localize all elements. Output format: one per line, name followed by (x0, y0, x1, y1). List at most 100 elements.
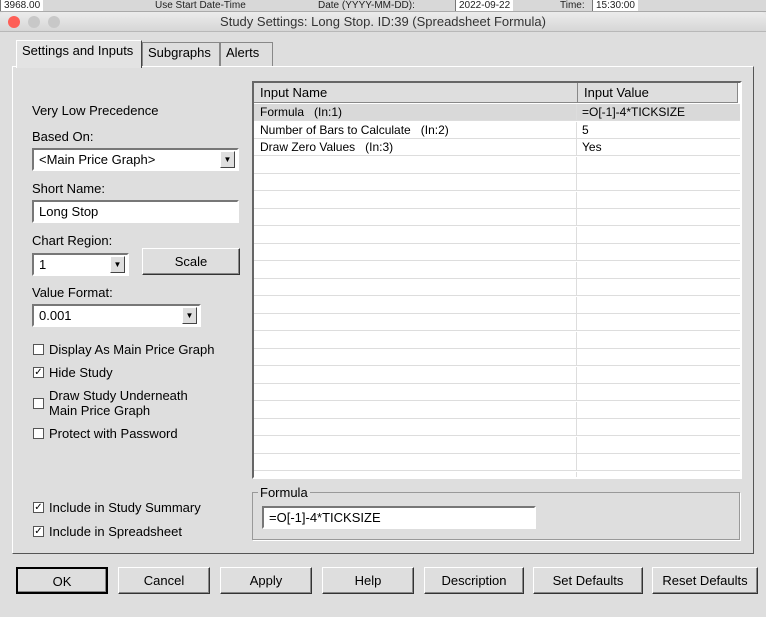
table-row[interactable] (254, 401, 740, 419)
precedence-label: Very Low Precedence (32, 103, 159, 118)
chart-region-label: Chart Region: (32, 233, 113, 248)
based-on-label: Based On: (32, 129, 94, 144)
table-row[interactable]: Number of Bars to Calculate (In:2) 5 (254, 121, 740, 139)
short-name-input[interactable]: Long Stop (32, 200, 239, 223)
table-row[interactable] (254, 331, 740, 349)
include-spreadsheet-checkbox[interactable]: ✓ Include in Spreadsheet (33, 524, 182, 539)
checkbox-label: Include in Spreadsheet (49, 524, 182, 539)
close-button[interactable] (8, 16, 20, 28)
input-name-cell[interactable] (254, 436, 577, 454)
table-row[interactable] (254, 244, 740, 261)
reset-defaults-button[interactable]: Reset Defaults (652, 567, 758, 594)
table-row[interactable] (254, 471, 740, 477)
input-name-cell[interactable] (254, 226, 577, 244)
input-name-cell[interactable] (254, 419, 577, 436)
input-name-cell[interactable]: Draw Zero Values (In:3) (254, 139, 577, 156)
table-row[interactable] (254, 174, 740, 191)
scale-button[interactable]: Scale (142, 248, 240, 275)
checkbox-label: Draw Study Underneath Main Price Graph (49, 388, 188, 418)
input-name-cell[interactable] (254, 349, 577, 366)
description-button[interactable]: Description (424, 567, 524, 594)
input-name-cell[interactable]: Formula (In:1) (254, 104, 577, 121)
window-title: Study Settings: Long Stop. ID:39 (Spread… (220, 14, 546, 29)
input-name-cell[interactable] (254, 454, 577, 471)
tab-alerts[interactable]: Alerts (220, 42, 273, 66)
input-value-cell[interactable]: 5 (578, 122, 589, 138)
chevron-down-icon[interactable]: ▼ (220, 151, 235, 168)
zoom-button[interactable] (48, 16, 60, 28)
value-format-label: Value Format: (32, 285, 113, 300)
draw-underneath-checkbox[interactable]: Draw Study Underneath Main Price Graph (33, 388, 188, 418)
hide-study-checkbox[interactable]: ✓ Hide Study (33, 365, 113, 380)
chevron-down-icon[interactable]: ▼ (110, 256, 125, 273)
table-row[interactable] (254, 191, 740, 209)
bg-time-value: 15:30:00 (592, 0, 638, 11)
bg-use-start: Use Start Date-Time (155, 0, 246, 11)
help-button[interactable]: Help (322, 567, 414, 594)
checkbox-checked[interactable]: ✓ (33, 502, 44, 513)
chart-region-select[interactable]: 1 ▼ (32, 253, 129, 276)
input-name-cell[interactable] (254, 296, 577, 314)
minimize-button[interactable] (28, 16, 40, 28)
apply-button[interactable]: Apply (220, 567, 312, 594)
based-on-value: <Main Price Graph> (39, 152, 156, 167)
include-summary-checkbox[interactable]: ✓ Include in Study Summary (33, 500, 201, 515)
table-row[interactable] (254, 226, 740, 244)
cancel-button[interactable]: Cancel (118, 567, 210, 594)
tab-settings-and-inputs[interactable]: Settings and Inputs (16, 40, 142, 68)
formula-input[interactable]: =O[-1]-4*TICKSIZE (262, 506, 536, 529)
background-app-strip: 3968.00 Use Start Date-Time Date (YYYY-M… (0, 0, 766, 12)
ok-button[interactable]: OK (16, 567, 108, 594)
input-name-cell[interactable]: Number of Bars to Calculate (In:2) (254, 121, 577, 139)
display-as-main-checkbox[interactable]: Display As Main Price Graph (33, 342, 214, 357)
table-row[interactable] (254, 209, 740, 226)
chevron-down-icon[interactable]: ▼ (182, 307, 197, 324)
input-name-cell[interactable] (254, 261, 577, 279)
column-header-input-name[interactable]: Input Name (254, 83, 578, 103)
checkbox-label: Hide Study (49, 365, 113, 380)
input-name-cell[interactable] (254, 191, 577, 209)
checkbox-checked[interactable]: ✓ (33, 367, 44, 378)
input-name-cell[interactable] (254, 209, 577, 226)
input-name-cell[interactable] (254, 471, 577, 477)
table-row[interactable] (254, 279, 740, 296)
short-name-label: Short Name: (32, 181, 105, 196)
table-row[interactable] (254, 454, 740, 471)
input-name-cell[interactable] (254, 279, 577, 296)
input-name-cell[interactable] (254, 156, 577, 174)
table-row[interactable]: Draw Zero Values (In:3) Yes (254, 139, 740, 156)
based-on-select[interactable]: <Main Price Graph> ▼ (32, 148, 239, 171)
table-row[interactable] (254, 384, 740, 401)
input-name-cell[interactable] (254, 366, 577, 384)
tab-subgraphs[interactable]: Subgraphs (142, 42, 220, 66)
column-header-input-value[interactable]: Input Value (578, 83, 738, 103)
formula-group-label: Formula (258, 485, 310, 500)
input-value-cell[interactable]: Yes (578, 139, 602, 155)
table-row[interactable] (254, 314, 740, 331)
table-row[interactable]: Formula (In:1) =O[-1]-4*TICKSIZE (254, 104, 740, 121)
input-name-cell[interactable] (254, 331, 577, 349)
input-name-cell[interactable] (254, 314, 577, 331)
bg-time-label: Time: (560, 0, 585, 11)
table-row[interactable] (254, 349, 740, 366)
protect-password-checkbox[interactable]: Protect with Password (33, 426, 178, 441)
table-row[interactable] (254, 419, 740, 436)
input-name-cell[interactable] (254, 384, 577, 401)
table-row[interactable] (254, 296, 740, 314)
value-format-select[interactable]: 0.001 ▼ (32, 304, 201, 327)
input-value-cell[interactable]: =O[-1]-4*TICKSIZE (578, 104, 685, 120)
table-row[interactable] (254, 156, 740, 174)
input-name-cell[interactable] (254, 244, 577, 261)
set-defaults-button[interactable]: Set Defaults (533, 567, 643, 594)
input-name-cell[interactable] (254, 401, 577, 419)
table-row[interactable] (254, 436, 740, 454)
checkbox[interactable] (33, 344, 44, 355)
table-row[interactable] (254, 261, 740, 279)
checkbox-checked[interactable]: ✓ (33, 526, 44, 537)
checkbox-label: Protect with Password (49, 426, 178, 441)
table-row[interactable] (254, 366, 740, 384)
checkbox[interactable] (33, 397, 44, 409)
checkbox[interactable] (33, 428, 44, 439)
inputs-grid[interactable]: Input Name Input Value Formula (In:1) =O[… (252, 81, 742, 479)
input-name-cell[interactable] (254, 174, 577, 191)
